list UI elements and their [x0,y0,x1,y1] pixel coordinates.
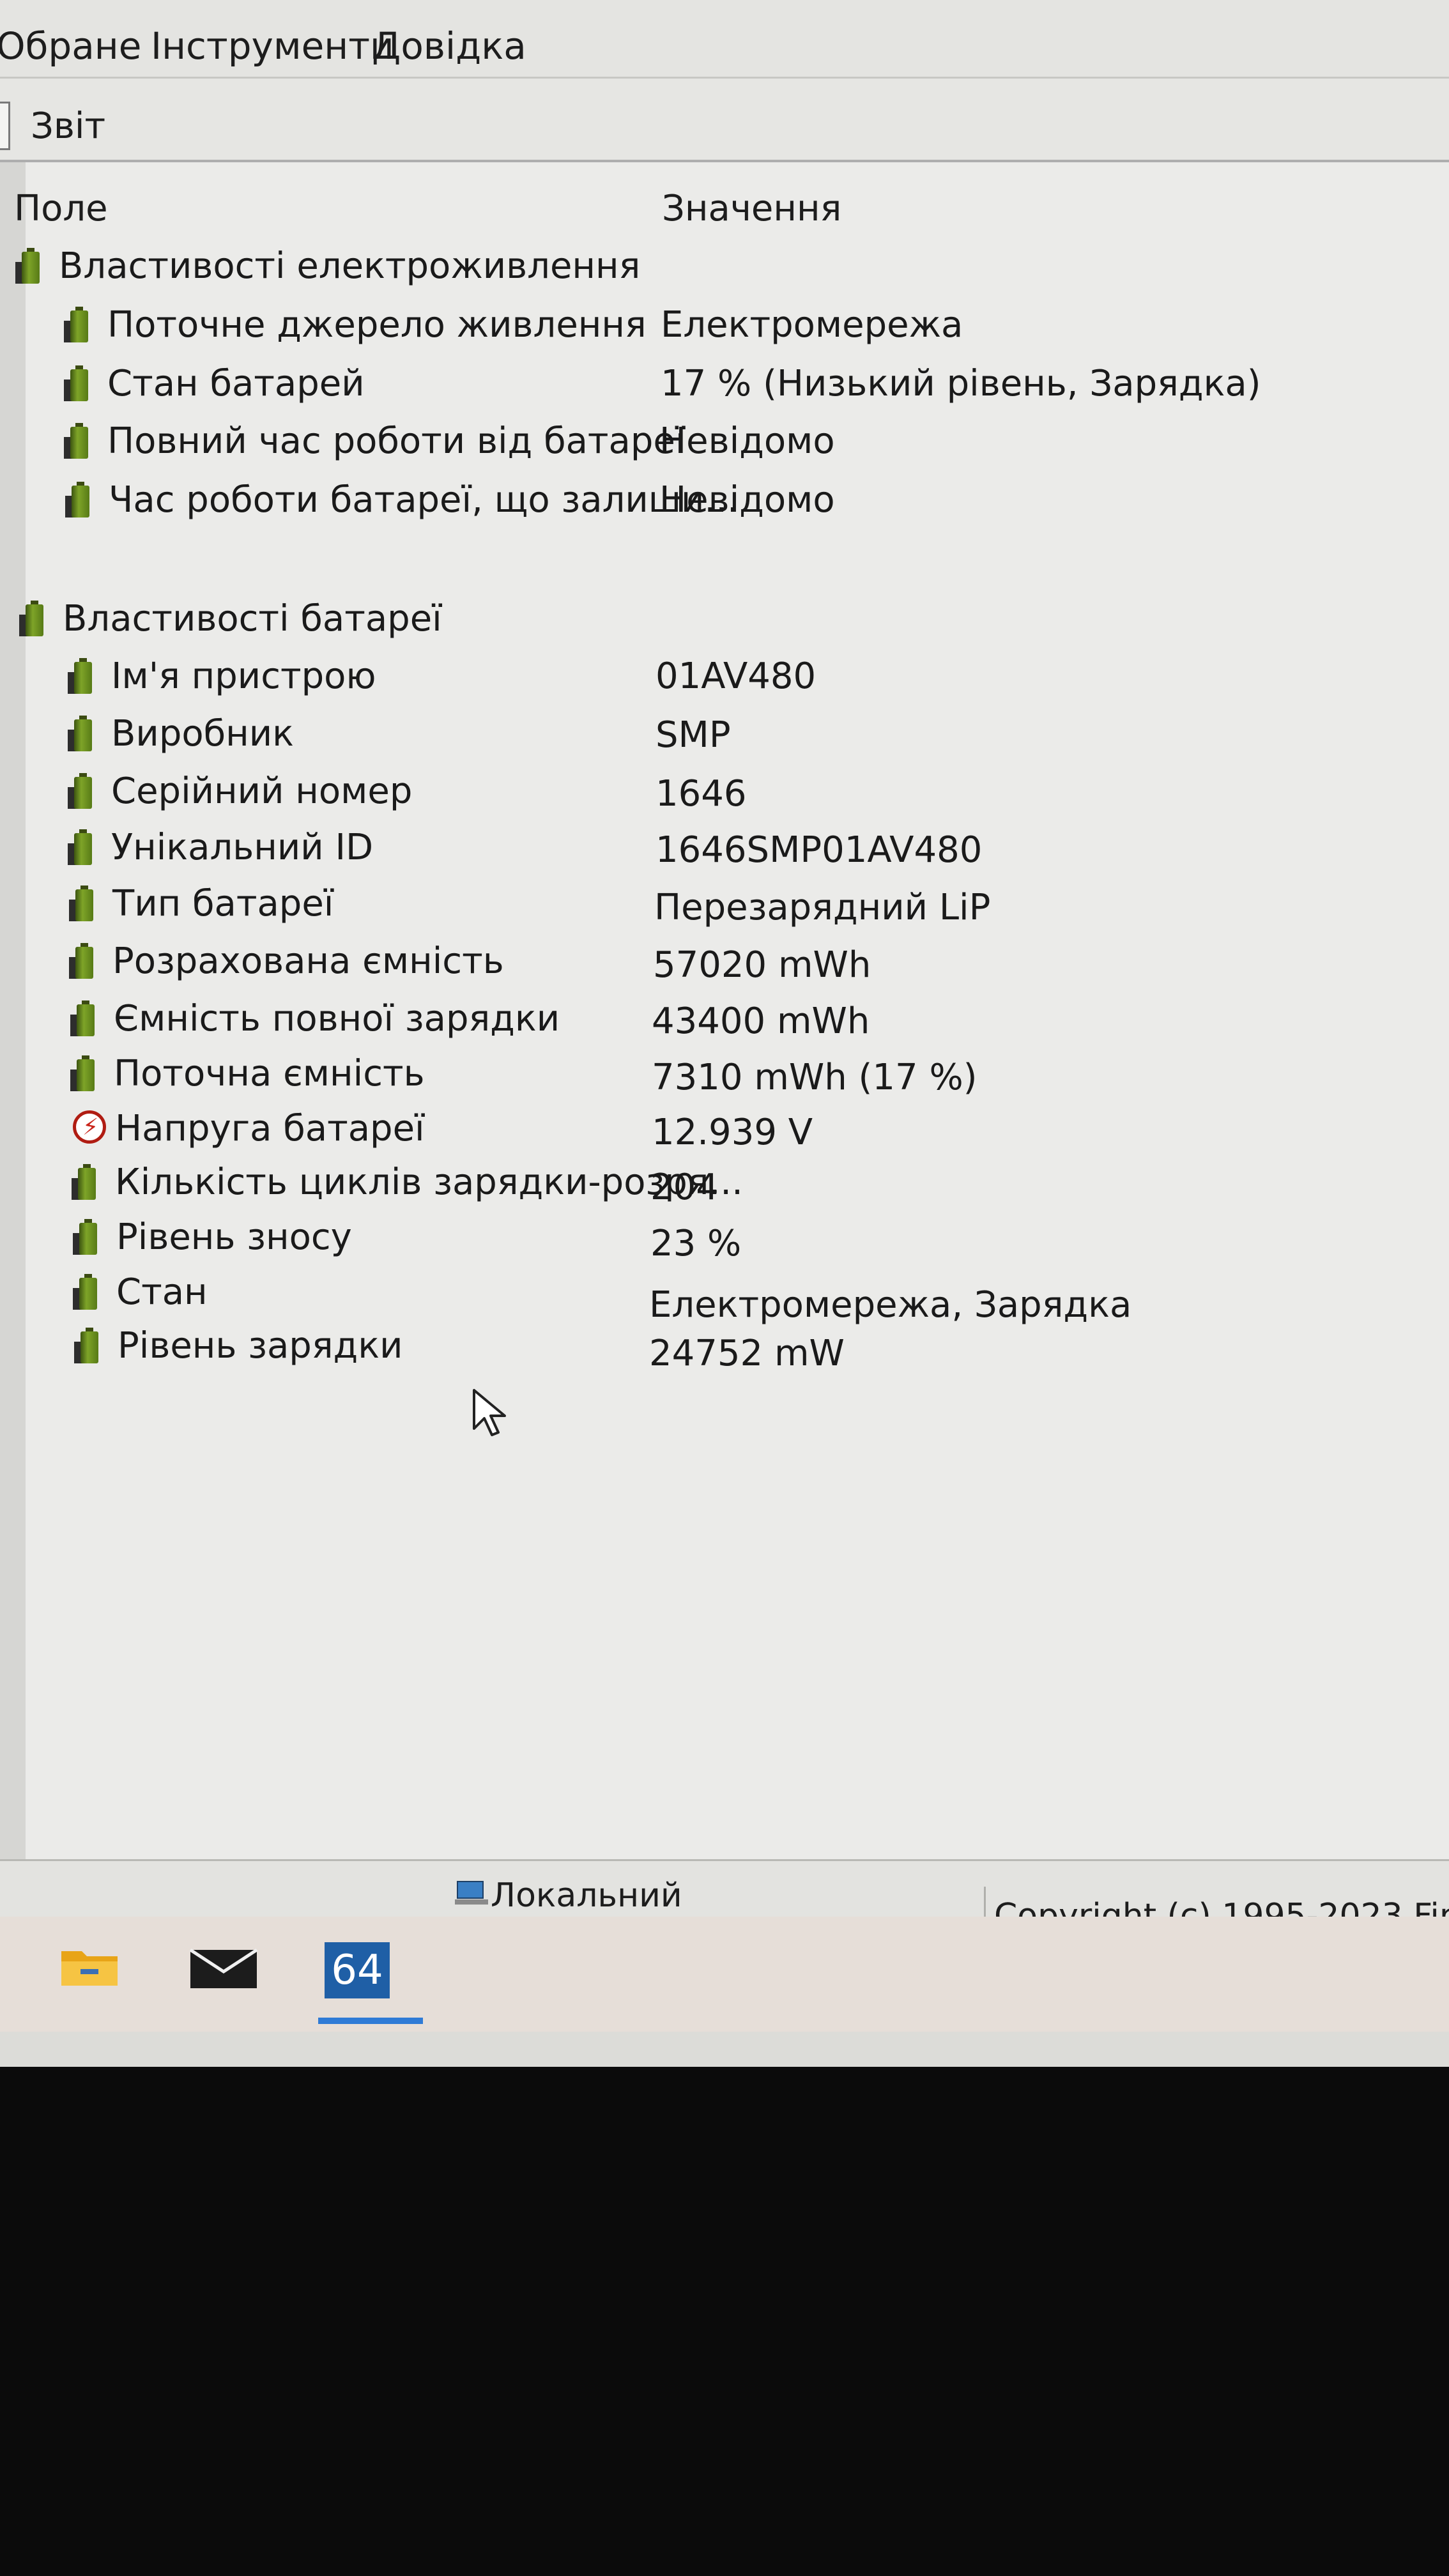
row-label[interactable]: Поточна ємність [114,1053,425,1094]
row-label[interactable]: Унікальний ID [111,827,373,868]
battery-icon [15,248,40,284]
battery-icon [68,658,92,694]
battery-icon [65,482,89,518]
row-value: 17 % (Низький рівень, Зарядка) [661,363,1261,404]
battery-icon [64,423,88,459]
aida64-icon[interactable]: 64 [325,1942,390,1998]
report-button[interactable]: Звіт [31,105,105,147]
battery-icon [68,716,92,751]
battery-icon [73,1274,97,1310]
row-label[interactable]: Ємність повної зарядки [114,998,560,1039]
toolbar: Звіт [0,77,1449,162]
menu-help[interactable]: Довідка [372,24,526,68]
row-value: 23 % [650,1223,742,1264]
panel-divider [0,162,26,1862]
row-value: 12.939 V [652,1112,813,1153]
row-label[interactable]: Час роботи батареї, що залиши... [109,479,739,521]
battery-icon [69,943,93,979]
status-local: Локальний [491,1876,682,1915]
battery-icon [64,365,88,401]
row-label[interactable]: Стан [116,1271,208,1313]
column-header-field[interactable]: Поле [14,188,108,229]
row-value: Електромережа, Зарядка [649,1284,1132,1326]
battery-icon [70,1055,95,1091]
mouse-cursor-icon [473,1389,506,1436]
menu-tools[interactable]: Інструменти [151,24,394,68]
row-value: SMP [656,714,731,756]
row-value: Електромережа [661,304,963,346]
active-app-indicator [318,2018,423,2024]
battery-icon [64,307,88,342]
row-label[interactable]: Поточне джерело живлення [107,304,647,346]
row-value: 1646 [656,773,747,815]
row-value: 43400 mWh [652,1000,870,1042]
battery-icon [73,1219,97,1255]
row-value: 1646SMP01AV480 [656,829,983,871]
battery-icon [70,1000,95,1036]
row-label[interactable]: Напруга батареї [115,1108,425,1149]
battery-icon [74,1328,98,1363]
row-value: Перезарядний LiP [654,887,991,928]
row-value: Невідомо [659,420,835,462]
row-label[interactable]: Розрахована ємність [112,940,504,982]
group-title-battery[interactable]: Властивості батареї [63,598,442,640]
row-label[interactable]: Рівень зарядки [118,1325,402,1367]
menu-favorites[interactable]: Обране [0,24,141,68]
folder-icon[interactable] [59,1942,120,1988]
taskbar: 64 [0,1917,1449,2032]
row-label[interactable]: Стан батарей [107,363,365,404]
voltage-icon: ⚡ [73,1110,106,1144]
menu-bar: Обране Інструменти Довідка [0,0,1449,77]
row-value: Невідомо [659,479,835,521]
row-value: 24752 mW [649,1333,845,1374]
row-value: 204 [650,1167,719,1208]
mail-icon[interactable] [189,1945,258,1989]
battery-icon [68,773,92,809]
details-panel[interactable]: Поле Значення Властивості електроживленн… [0,160,1449,1862]
group-title-power[interactable]: Властивості електроживлення [59,245,640,287]
row-label[interactable]: Повний час роботи від батареї [107,420,685,462]
column-header-value[interactable]: Значення [662,188,841,229]
row-value: 57020 mWh [653,944,871,986]
application-window: Обране Інструменти Довідка Звіт Поле Зна… [0,0,1449,2067]
row-label[interactable]: Тип батареї [112,883,334,924]
row-label[interactable]: Рівень зносу [116,1216,352,1258]
computer-icon [455,1881,488,1905]
report-icon [0,102,10,150]
battery-icon [68,829,92,865]
battery-icon [19,601,43,636]
battery-icon [72,1164,96,1200]
row-label[interactable]: Серійний номер [111,770,412,812]
row-label[interactable]: Кількість циклів зарядки-розря... [115,1162,743,1203]
row-label[interactable]: Виробник [111,713,294,755]
battery-icon [69,885,93,921]
row-label[interactable]: Ім'я пристрою [111,656,376,697]
row-value: 7310 mWh (17 %) [652,1057,977,1098]
row-value: 01AV480 [656,656,816,697]
